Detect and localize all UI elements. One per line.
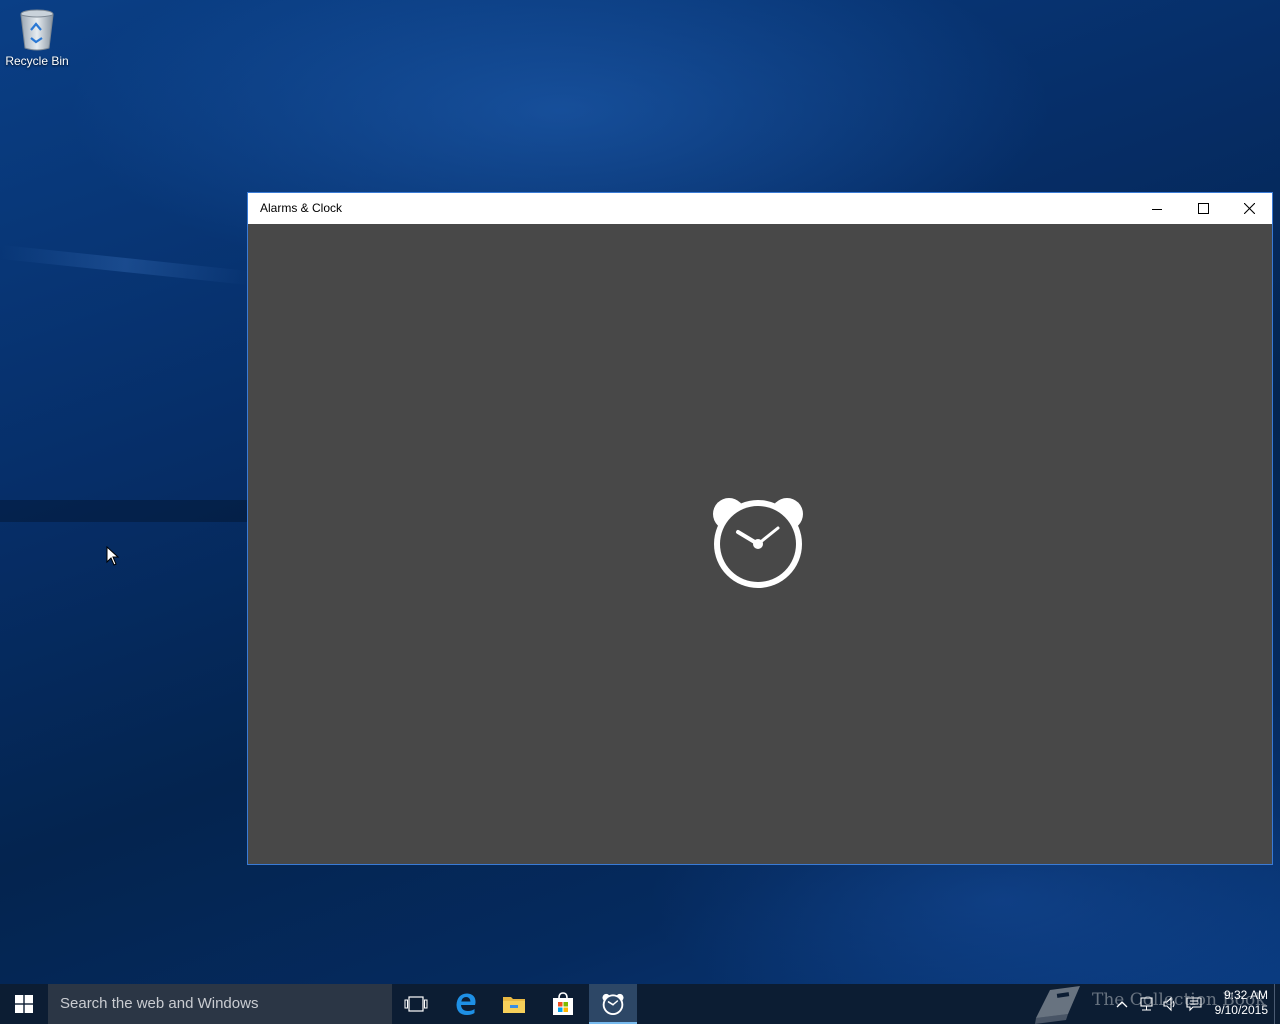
system-tray <box>1110 984 1220 1024</box>
clock-date: 9/10/2015 <box>1214 1003 1268 1017</box>
alarm-clock-icon <box>713 498 803 588</box>
close-button[interactable] <box>1226 193 1272 224</box>
desktop-icon-label: Recycle Bin <box>5 54 69 68</box>
show-desktop-button[interactable] <box>1274 984 1280 1024</box>
action-center-icon[interactable] <box>1186 996 1202 1012</box>
chevron-up-icon[interactable] <box>1114 996 1130 1012</box>
minimize-icon <box>1152 208 1162 210</box>
taskbar-store-button[interactable] <box>539 984 587 1024</box>
folder-icon <box>503 997 525 1013</box>
taskbar-alarms-clock-button[interactable] <box>589 984 637 1024</box>
wallpaper-light-beam <box>0 244 251 286</box>
recycle-bin-icon <box>20 9 54 51</box>
taskbar-file-explorer-button[interactable] <box>490 984 538 1024</box>
desktop-icon-recycle-bin[interactable]: Recycle Bin <box>4 6 70 76</box>
taskbar-clock[interactable]: 9:32 AM 9/10/2015 <box>1215 988 1268 1018</box>
maximize-icon <box>1197 203 1209 214</box>
taskbar: Search the web and Windows The Collectio… <box>0 984 1280 1024</box>
title-bar[interactable]: Alarms & Clock <box>248 193 1272 224</box>
mouse-cursor-icon <box>106 546 120 566</box>
maximize-button[interactable] <box>1180 193 1226 224</box>
splash-screen <box>248 224 1272 864</box>
alarms-clock-window[interactable]: Alarms & Clock <box>247 192 1273 865</box>
window-title: Alarms & Clock <box>260 201 343 215</box>
taskbar-task-view-button[interactable] <box>392 984 440 1024</box>
alarm-clock-icon <box>602 993 624 1015</box>
search-input[interactable]: Search the web and Windows <box>48 984 392 1024</box>
start-button[interactable] <box>0 984 48 1024</box>
volume-icon[interactable] <box>1162 996 1178 1012</box>
taskbar-edge-button[interactable] <box>442 984 490 1024</box>
store-icon <box>553 992 573 1015</box>
clock-time: 9:32 AM <box>1223 988 1268 1002</box>
windows-logo-icon <box>15 995 33 1013</box>
search-placeholder: Search the web and Windows <box>60 995 259 1012</box>
network-icon[interactable] <box>1138 996 1154 1012</box>
task-view-icon <box>404 996 428 1012</box>
edge-icon <box>456 993 476 1015</box>
minimize-button[interactable] <box>1134 193 1180 224</box>
wallpaper-shadow-band <box>0 500 250 522</box>
close-icon <box>1243 203 1255 214</box>
book-icon <box>1035 986 1080 1024</box>
